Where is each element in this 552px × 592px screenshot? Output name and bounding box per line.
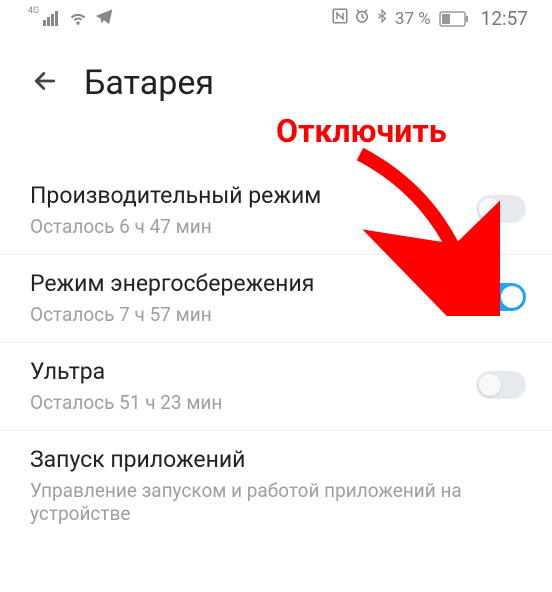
nfc-icon [331,7,349,30]
row-title: Режим энергосбережения [30,269,462,299]
row-title: Запуск приложений [30,445,526,475]
settings-list: Производительный режим Осталось 6 ч 47 м… [0,167,552,541]
row-title: Производительный режим [30,181,462,211]
row-subtitle: Осталось 51 ч 23 мин [30,391,462,414]
row-subtitle: Осталось 7 ч 57 мин [30,303,462,326]
battery-icon [439,11,469,27]
row-power-saving-mode[interactable]: Режим энергосбережения Осталось 7 ч 57 м… [0,254,552,342]
status-right: 37 % 12:57 [331,7,528,30]
page-header: Батарея [0,35,552,111]
row-title: Ультра [30,357,462,387]
row-subtitle: Управление запуском и работой приложений… [30,479,526,525]
toggle-performance-mode[interactable] [476,195,526,223]
row-ultra-mode[interactable]: Ультра Осталось 51 ч 23 мин [0,342,552,430]
status-bar: 4G 37 % 12:57 [0,0,552,35]
row-subtitle: Осталось 6 ч 47 мин [30,215,462,238]
telegram-icon [94,6,114,31]
back-button[interactable] [30,66,60,100]
row-app-launch[interactable]: Запуск приложений Управление запуском и … [0,430,552,541]
alarm-icon [353,7,371,30]
battery-percent: 37 % [395,9,431,29]
bluetooth-icon [375,7,389,30]
clock: 12:57 [481,7,528,30]
toggle-ultra-mode[interactable] [476,371,526,399]
row-performance-mode[interactable]: Производительный режим Осталось 6 ч 47 м… [0,167,552,254]
status-left: 4G [28,6,114,31]
signal-icon [43,11,58,26]
annotation-label: Отключить [276,112,447,150]
network-type-label: 4G [28,6,39,16]
toggle-power-saving-mode[interactable] [476,283,526,311]
wifi-icon [68,6,88,31]
page-title: Батарея [84,63,214,103]
